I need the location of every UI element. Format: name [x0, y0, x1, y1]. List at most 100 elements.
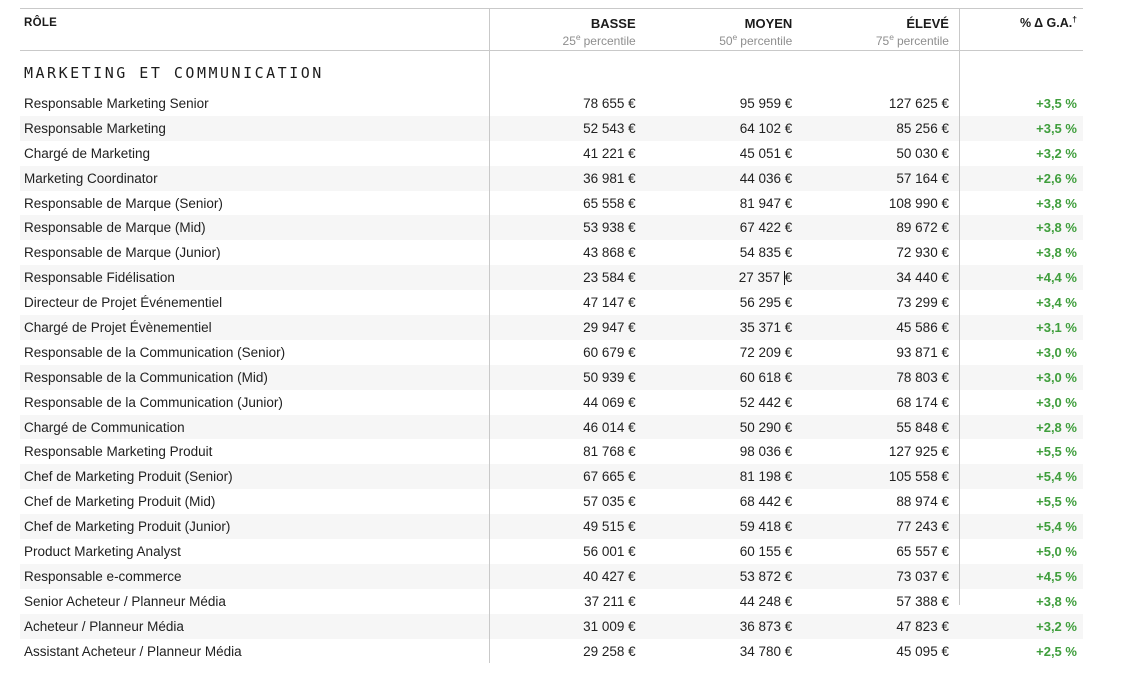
- delta-ga-value-cell: +3,5 %: [959, 121, 1083, 136]
- moyen-value: 36 873 €: [740, 619, 793, 634]
- table-row: Responsable Marketing 52 543 € 64 102 € …: [20, 116, 1083, 141]
- section-row: MARKETING ET COMMUNICATION: [20, 51, 1083, 91]
- moyen-value: 56 295 €: [740, 295, 793, 310]
- percentile-word: percentile: [584, 34, 636, 48]
- basse-value-cell: 65 558 €: [489, 196, 646, 211]
- table-row: Responsable Fidélisation 23 584 € 27 357…: [20, 265, 1083, 290]
- column-header-eleve: ÉLEVÉ 75epercentile: [802, 9, 959, 50]
- delta-ga-value-cell: +3,0 %: [959, 370, 1083, 385]
- column-header-subtitle: 75epercentile: [876, 34, 949, 48]
- table-row: Senior Acheteur / Planneur Média 37 211 …: [20, 589, 1083, 614]
- table-row: Marketing Coordinator 36 981 € 44 036 € …: [20, 166, 1083, 191]
- column-header-delta-ga: % Δ G.A.†: [959, 9, 1083, 30]
- role-cell: Responsable Marketing Produit: [20, 444, 489, 459]
- basse-value-cell: 44 069 €: [489, 395, 646, 410]
- section-title: MARKETING ET COMMUNICATION: [20, 60, 324, 82]
- table-row: Responsable Marketing Senior 78 655 € 95…: [20, 91, 1083, 116]
- moyen-value-cell: 45 051 €: [646, 146, 803, 161]
- moyen-value-cell: 60 155 €: [646, 544, 803, 559]
- moyen-value: 53 872 €: [740, 569, 793, 584]
- percentile-number: 75: [876, 34, 889, 48]
- table-row: Responsable de la Communication (Senior)…: [20, 340, 1083, 365]
- role-cell: Responsable de Marque (Senior): [20, 196, 489, 211]
- eleve-value-cell: 57 164 €: [802, 171, 959, 186]
- role-cell: Chef de Marketing Produit (Junior): [20, 519, 489, 534]
- basse-value-cell: 31 009 €: [489, 619, 646, 634]
- eleve-value-cell: 55 848 €: [802, 420, 959, 435]
- basse-value-cell: 41 221 €: [489, 146, 646, 161]
- basse-value-cell: 49 515 €: [489, 519, 646, 534]
- eleve-value-cell: 57 388 €: [802, 594, 959, 609]
- moyen-value-cell: 59 418 €: [646, 519, 803, 534]
- eleve-value-cell: 89 672 €: [802, 220, 959, 235]
- eleve-value-cell: 93 871 €: [802, 345, 959, 360]
- moyen-value-cell: 81 198 €: [646, 469, 803, 484]
- eleve-value-cell: 65 557 €: [802, 544, 959, 559]
- column-header-label: MOYEN: [646, 16, 793, 32]
- delta-ga-value-cell: +3,2 %: [959, 146, 1083, 161]
- eleve-value-cell: 50 030 €: [802, 146, 959, 161]
- column-header-basse: BASSE 25epercentile: [489, 9, 646, 50]
- column-header-label: BASSE: [489, 16, 636, 32]
- percentile-word: percentile: [740, 34, 792, 48]
- role-cell: Marketing Coordinator: [20, 171, 489, 186]
- basse-value-cell: 40 427 €: [489, 569, 646, 584]
- moyen-value: 27 357: [739, 270, 784, 285]
- role-cell: Responsable de Marque (Junior): [20, 245, 489, 260]
- role-cell: Assistant Acheteur / Planneur Média: [20, 644, 489, 659]
- moyen-value-cell: 52 442 €: [646, 395, 803, 410]
- moyen-value-cell: 95 959 €: [646, 96, 803, 111]
- delta-ga-value-cell: +3,4 %: [959, 295, 1083, 310]
- table-body: Responsable Marketing Senior 78 655 € 95…: [20, 91, 1083, 663]
- basse-value-cell: 56 001 €: [489, 544, 646, 559]
- basse-value-cell: 47 147 €: [489, 295, 646, 310]
- eleve-value-cell: 108 990 €: [802, 196, 959, 211]
- delta-ga-value-cell: +3,8 %: [959, 594, 1083, 609]
- eleve-value-cell: 77 243 €: [802, 519, 959, 534]
- eleve-value-cell: 105 558 €: [802, 469, 959, 484]
- table-row: Assistant Acheteur / Planneur Média 29 2…: [20, 639, 1083, 664]
- role-column-divider: [489, 8, 490, 663]
- delta-ga-value-cell: +3,8 %: [959, 196, 1083, 211]
- table-row: Responsable e-commerce 40 427 € 53 872 €…: [20, 564, 1083, 589]
- delta-ga-value-cell: +3,0 %: [959, 395, 1083, 410]
- column-header-subtitle: 25epercentile: [563, 34, 636, 48]
- eleve-value-cell: 47 823 €: [802, 619, 959, 634]
- dagger-footnote-mark: †: [1072, 14, 1077, 24]
- delta-ga-value-cell: +2,5 %: [959, 644, 1083, 659]
- percentile-sup: e: [889, 32, 894, 42]
- eleve-value-cell: 127 925 €: [802, 444, 959, 459]
- eleve-value-cell: 45 095 €: [802, 644, 959, 659]
- moyen-value: 59 418 €: [740, 519, 793, 534]
- role-cell: Product Marketing Analyst: [20, 544, 489, 559]
- table-row: Chef de Marketing Produit (Junior) 49 51…: [20, 514, 1083, 539]
- table-row: Chef de Marketing Produit (Senior) 67 66…: [20, 464, 1083, 489]
- eleve-value-cell: 85 256 €: [802, 121, 959, 136]
- eleve-value-cell: 68 174 €: [802, 395, 959, 410]
- basse-value-cell: 67 665 €: [489, 469, 646, 484]
- basse-value-cell: 60 679 €: [489, 345, 646, 360]
- delta-ga-value-cell: +3,0 %: [959, 345, 1083, 360]
- delta-ga-value-cell: +3,1 %: [959, 320, 1083, 335]
- moyen-value: 60 618 €: [740, 370, 793, 385]
- basse-value-cell: 78 655 €: [489, 96, 646, 111]
- role-cell: Directeur de Projet Événementiel: [20, 295, 489, 310]
- moyen-value-cell: 35 371 €: [646, 320, 803, 335]
- moyen-value-cell: 98 036 €: [646, 444, 803, 459]
- role-cell: Responsable de Marque (Mid): [20, 220, 489, 235]
- table-row: Responsable de Marque (Junior) 43 868 € …: [20, 240, 1083, 265]
- delta-ga-value-cell: +5,4 %: [959, 519, 1083, 534]
- basse-value-cell: 52 543 €: [489, 121, 646, 136]
- delta-ga-value-cell: +3,2 %: [959, 619, 1083, 634]
- eleve-value-cell: 73 299 €: [802, 295, 959, 310]
- role-cell: Chef de Marketing Produit (Senior): [20, 469, 489, 484]
- moyen-value: 54 835 €: [740, 245, 793, 260]
- moyen-value: 34 780 €: [740, 644, 793, 659]
- eleve-column-divider: [959, 8, 960, 605]
- table-row: Directeur de Projet Événementiel 47 147 …: [20, 290, 1083, 315]
- percentile-sup: e: [576, 32, 581, 42]
- basse-value-cell: 29 258 €: [489, 644, 646, 659]
- moyen-value-cell: 44 248 €: [646, 594, 803, 609]
- role-cell: Responsable de la Communication (Mid): [20, 370, 489, 385]
- role-cell: Responsable Marketing Senior: [20, 96, 489, 111]
